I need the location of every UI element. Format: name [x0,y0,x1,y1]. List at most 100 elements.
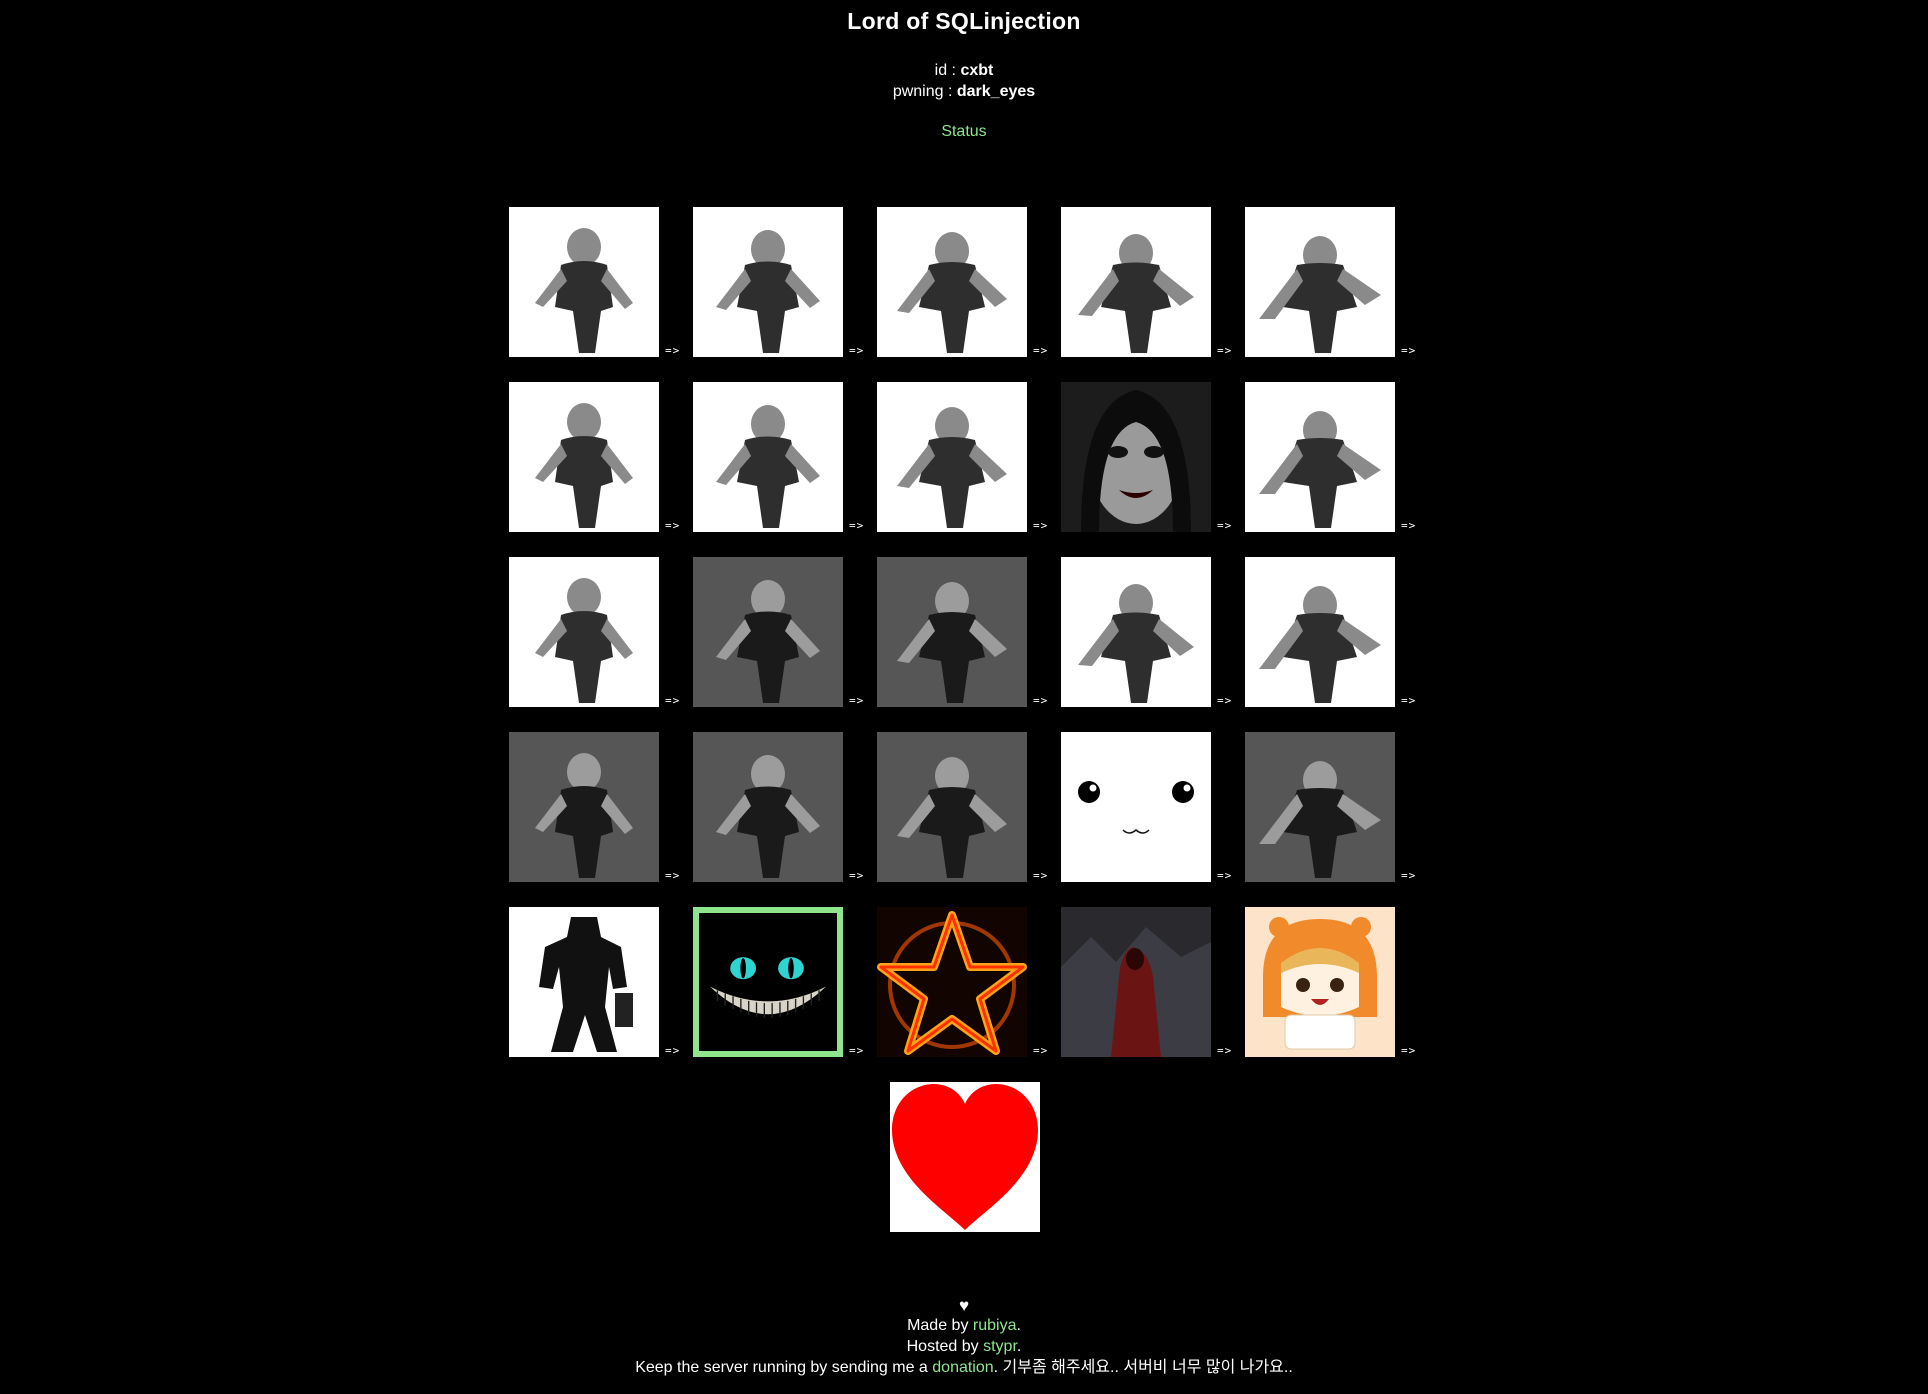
orge-icon [693,382,843,532]
wolfman-icon [1245,207,1395,357]
stage-row: => => => => => [509,207,1509,357]
made-by-link[interactable]: rubiya [973,1317,1017,1334]
giant-icon [1061,557,1211,707]
stage-cell: => [693,907,877,1057]
stage-arrow: => [665,694,681,707]
hell-fire-icon [877,907,1027,1057]
stage-tile-bugbear[interactable] [877,557,1027,707]
stage-tile-dark_eyes[interactable] [693,907,843,1057]
stage-arrow: => [1033,344,1049,357]
stage-tile-goblin[interactable] [877,207,1027,357]
stage-cell: => [877,907,1061,1057]
stage-tile-vampire[interactable] [1061,382,1211,532]
stage-row: => => => => => [509,732,1509,882]
stage-cell: => [1061,557,1245,707]
stage-arrow: => [849,344,865,357]
stage-tile-iron_golem[interactable] [509,907,659,1057]
iron-golem-icon [509,907,659,1057]
stage-tile-succubus[interactable] [509,732,659,882]
stage-arrow: => [1401,1044,1417,1057]
user-id-value: cxbt [960,62,994,79]
stage-cell: => [509,207,693,357]
page-title: Lord of SQLinjection [847,8,1081,34]
stage-arrow: => [849,519,865,532]
page: Lord of SQLinjection id : cxbt pwning : … [0,0,1928,1394]
stage-tile-gremlin[interactable] [509,207,659,357]
stage-tile-giant[interactable] [1061,557,1211,707]
stage-cell: => [877,732,1061,882]
stage-cell: => [877,382,1061,532]
stage-cell: => [1061,732,1245,882]
user-info: id : cxbt pwning : dark_eyes [0,60,1928,102]
evil-wizard-icon [1061,907,1211,1057]
stage-tile-nightmare[interactable] [877,732,1027,882]
stage-tile-golem[interactable] [509,557,659,707]
stage-row: => => => => => [509,382,1509,532]
stage-arrow: => [1217,869,1233,882]
stage-cell: => [1061,382,1245,532]
stage-cell: => [1061,907,1245,1057]
stage-tile-skeleton[interactable] [1245,382,1395,532]
stage-cell: => [1061,207,1245,357]
stage-cell: => [693,382,877,532]
stage-cell: => [877,207,1061,357]
stage-arrow: => [665,519,681,532]
stage-tile-hell_fire[interactable] [877,907,1027,1057]
final-stage-tile[interactable] [890,1082,1040,1232]
stage-arrow: => [849,1044,865,1057]
stage-tile-orc[interactable] [1061,207,1211,357]
stage-grid: => => => => => => => => => => => => => => => => => => => =>… [509,207,1509,1082]
stage-arrow: => [1217,694,1233,707]
status-link[interactable]: Status [941,123,986,140]
stage-arrow: => [1033,694,1049,707]
stage-arrow: => [1217,519,1233,532]
heart-icon [892,1084,1038,1230]
stage-tile-orge[interactable] [693,382,843,532]
footer-heart-icon: ♥ [958,1296,970,1315]
stage-arrow: => [1401,519,1417,532]
stage-cell: => [1245,207,1429,357]
zombie-icon [693,732,843,882]
stage-arrow: => [1217,1044,1233,1057]
stage-row: => => => => => [509,907,1509,1057]
stage-arrow: => [1401,694,1417,707]
stage-arrow: => [665,1044,681,1057]
stage-arrow: => [665,869,681,882]
vampire-icon [1061,382,1211,532]
footer: ♥ Made by rubiya. Hosted by stypr. Keep … [0,1296,1928,1378]
hosted-by-suffix: . [1016,1338,1022,1355]
stage-row: => => => => => [509,557,1509,707]
stage-tile-xavis[interactable] [1061,732,1211,882]
user-id-line: id : cxbt [0,60,1928,81]
stage-arrow: => [1401,344,1417,357]
donation-link[interactable]: donation [932,1359,993,1376]
hosted-by-link[interactable]: stypr [983,1338,1017,1355]
stage-tile-darkknight[interactable] [693,557,843,707]
umaru-icon [1245,907,1395,1057]
golem-icon [509,557,659,707]
skeleton-icon [1245,382,1395,532]
dark-eyes-icon [699,913,837,1051]
stage-arrow: => [849,694,865,707]
stage-arrow: => [1217,344,1233,357]
stage-tile-evil_wizard[interactable] [1061,907,1211,1057]
xavis-icon [1061,732,1211,882]
stage-cell: => [509,732,693,882]
stage-tile-cobolt[interactable] [693,207,843,357]
stage-tile-darkelf[interactable] [509,382,659,532]
assassin-icon [1245,557,1395,707]
donation-suffix: . 기부좀 해주세요.. 서버비 너무 많이 나가요.. [993,1359,1293,1376]
stage-tile-dragon[interactable] [1245,732,1395,882]
stage-tile-zombie[interactable] [693,732,843,882]
stage-tile-umaru[interactable] [1245,907,1395,1057]
stage-cell: => [1245,382,1429,532]
pwning-label: pwning : [892,83,957,100]
stage-tile-assassin[interactable] [1245,557,1395,707]
stage-arrow: => [1401,869,1417,882]
hosted-by-line: Hosted by stypr. [0,1336,1928,1357]
made-by-prefix: Made by [907,1317,973,1334]
stage-tile-wolfman[interactable] [1245,207,1395,357]
stage-tile-troll[interactable] [877,382,1027,532]
stage-arrow: => [665,344,681,357]
hosted-by-prefix: Hosted by [906,1338,984,1355]
